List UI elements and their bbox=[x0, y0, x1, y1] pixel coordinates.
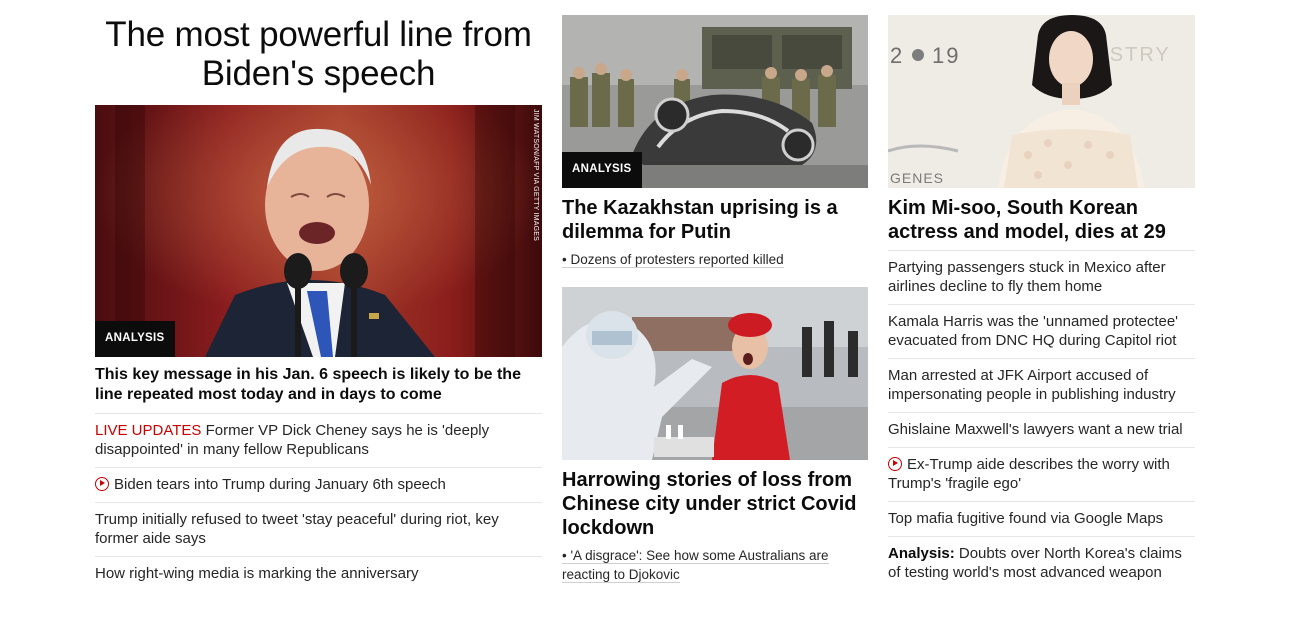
covid-lockdown-photo bbox=[562, 287, 868, 460]
list-item[interactable]: LIVE UPDATES Former VP Dick Cheney says … bbox=[95, 414, 542, 468]
list-item[interactable]: Ghislaine Maxwell's lawyers want a new t… bbox=[888, 413, 1195, 448]
analysis-badge: ANALYSIS bbox=[95, 321, 175, 357]
list-item[interactable]: Ex-Trump aide describes the worry with T… bbox=[888, 448, 1195, 502]
analysis-badge: ANALYSIS bbox=[562, 152, 642, 188]
list-item[interactable]: Kamala Harris was the 'unnamed protectee… bbox=[888, 305, 1195, 359]
lead-story-column: The most powerful line from Biden's spee… bbox=[95, 0, 542, 591]
biden-speech-photo bbox=[95, 105, 542, 357]
list-item[interactable]: Biden tears into Trump during January 6t… bbox=[95, 468, 542, 503]
analysis-label: Analysis: bbox=[888, 545, 955, 562]
kazakhstan-story-title[interactable]: The Kazakhstan uprising is a dilemma for… bbox=[562, 196, 868, 244]
right-story-column: 2 19 TISTRY GENES Kim Mi-soo, South Kore… bbox=[888, 0, 1195, 590]
play-video-icon bbox=[888, 457, 902, 471]
backdrop-text-year: 19 bbox=[932, 43, 960, 68]
kim-mi-soo-story-title[interactable]: Kim Mi-soo, South Korean actress and mod… bbox=[888, 196, 1195, 244]
right-headlines-list: Partying passengers stuck in Mexico afte… bbox=[888, 250, 1195, 590]
kim-mi-soo-story-image[interactable]: 2 19 TISTRY GENES bbox=[888, 15, 1195, 188]
lead-story-image[interactable]: JIM WATSON/AFP VIA GETTY IMAGES ANALYSIS bbox=[95, 105, 542, 357]
backdrop-logo-icon bbox=[912, 49, 924, 61]
live-updates-label: LIVE UPDATES bbox=[95, 422, 202, 439]
backdrop-text-bottom: GENES bbox=[890, 170, 944, 186]
kazakhstan-sub-link[interactable]: • Dozens of protesters reported killed bbox=[562, 252, 784, 268]
kazakhstan-story-image[interactable]: ANALYSIS bbox=[562, 15, 868, 188]
list-item[interactable]: Trump initially refused to tweet 'stay p… bbox=[95, 503, 542, 557]
backdrop-text-left: 2 bbox=[890, 43, 904, 68]
list-item[interactable]: Man arrested at JFK Airport accused of i… bbox=[888, 359, 1195, 413]
kim-mi-soo-photo: 2 19 TISTRY GENES bbox=[888, 15, 1195, 188]
covid-sub-link-wrap: • 'A disgrace': See how some Australians… bbox=[562, 546, 868, 584]
list-item[interactable]: How right-wing media is marking the anni… bbox=[95, 557, 542, 591]
covid-story-image[interactable] bbox=[562, 287, 868, 460]
lead-related-list: LIVE UPDATES Former VP Dick Cheney says … bbox=[95, 414, 542, 591]
djokovic-sub-link[interactable]: • 'A disgrace': See how some Australians… bbox=[562, 548, 829, 583]
list-item[interactable]: Top mafia fugitive found via Google Maps bbox=[888, 502, 1195, 537]
list-item[interactable]: Partying passengers stuck in Mexico afte… bbox=[888, 251, 1195, 305]
middle-story-column: ANALYSIS The Kazakhstan uprising is a di… bbox=[562, 0, 868, 584]
lead-headline[interactable]: The most powerful line from Biden's spee… bbox=[95, 15, 542, 93]
covid-story-title[interactable]: Harrowing stories of loss from Chinese c… bbox=[562, 468, 868, 540]
play-video-icon bbox=[95, 477, 109, 491]
list-item[interactable]: Analysis: Doubts over North Korea's clai… bbox=[888, 537, 1195, 590]
photo-credit: JIM WATSON/AFP VIA GETTY IMAGES bbox=[532, 109, 539, 241]
kazakhstan-sub-link-wrap: • Dozens of protesters reported killed bbox=[562, 250, 868, 269]
lead-story-title[interactable]: This key message in his Jan. 6 speech is… bbox=[95, 365, 542, 414]
